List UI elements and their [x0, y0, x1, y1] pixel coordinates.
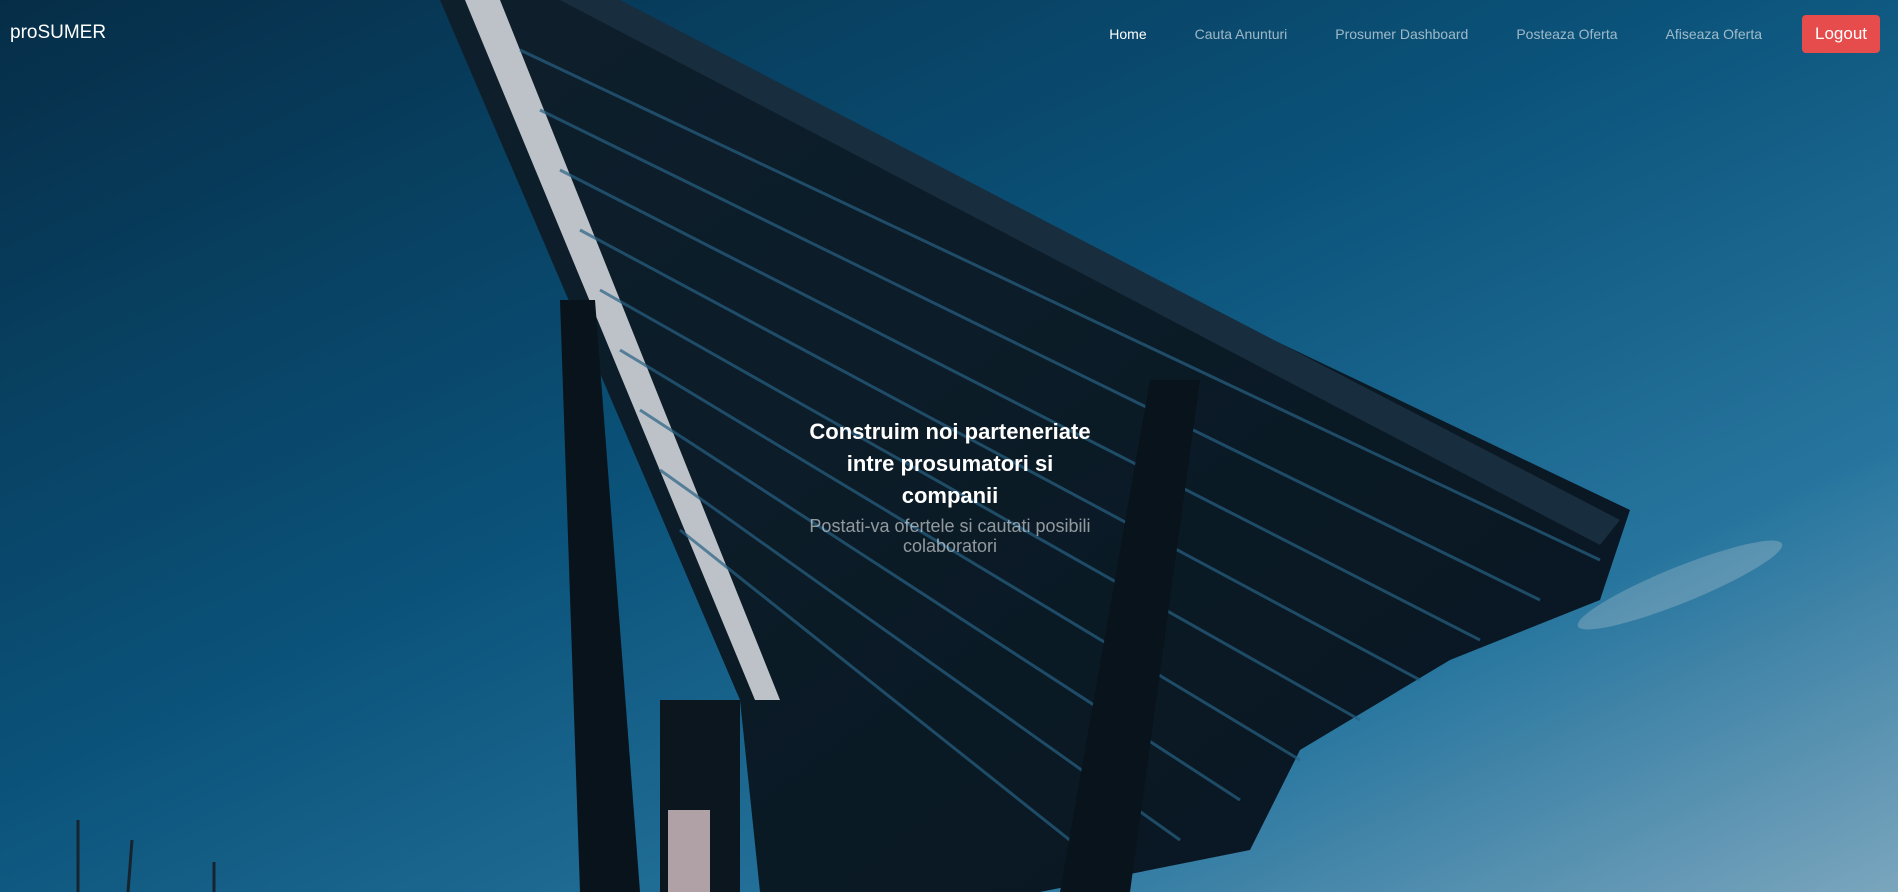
page: proSUMER Home Cauta Anunturi Prosumer Da…	[0, 0, 1898, 892]
nav-link-home[interactable]: Home	[1109, 26, 1146, 42]
navbar: proSUMER Home Cauta Anunturi Prosumer Da…	[0, 0, 1898, 66]
nav-link-cauta-anunturi[interactable]: Cauta Anunturi	[1195, 26, 1288, 42]
hero-subtitle: Postati-va ofertele si cautati posibili …	[809, 516, 1091, 556]
nav-link-prosumer-dashboard[interactable]: Prosumer Dashboard	[1335, 26, 1468, 42]
hero-text: Construim noi parteneriate intre prosuma…	[800, 416, 1100, 556]
hero-title: Construim noi parteneriate intre prosuma…	[809, 419, 1091, 508]
nav-link-afiseaza-oferta[interactable]: Afiseaza Oferta	[1666, 26, 1763, 42]
brand-logo[interactable]: proSUMER	[10, 22, 106, 44]
logout-button[interactable]: Logout	[1802, 15, 1880, 53]
nav-link-posteaza-oferta[interactable]: Posteaza Oferta	[1516, 26, 1617, 42]
nav-links: Home Cauta Anunturi Prosumer Dashboard P…	[1085, 15, 1880, 53]
